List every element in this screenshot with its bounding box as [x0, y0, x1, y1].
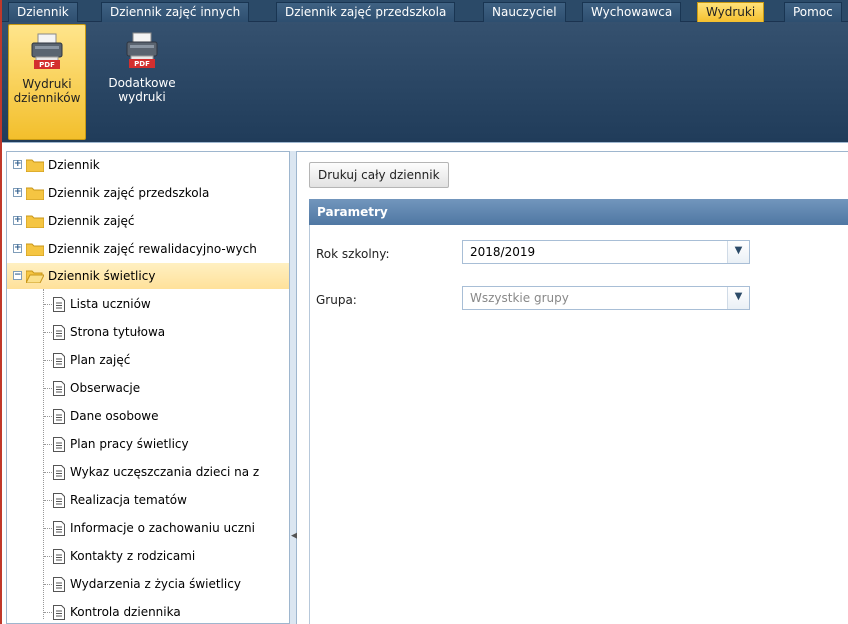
document-icon: [53, 577, 65, 592]
tree-item-label: Kontrola dziennika: [70, 605, 181, 619]
tree-item-label: Dane osobowe: [70, 409, 159, 423]
wydruki-dziennikow-button[interactable]: PDF Wydruki dzienników: [8, 24, 86, 140]
tree-item-kontrola-dziennika[interactable]: Kontrola dziennika: [7, 599, 289, 623]
document-icon: [53, 605, 65, 620]
tree-folder-label: Dziennik: [48, 158, 100, 172]
tree-folder-label: Dziennik zajęć: [48, 214, 135, 228]
print-tree: + Dziennik + Dziennik zajęć przedszkola …: [6, 151, 289, 624]
chevron-down-icon[interactable]: ▼: [727, 241, 749, 263]
params-body: Rok szkolny: 2018/2019 ▼ Grupa: Wszystki…: [309, 225, 848, 624]
document-icon: [53, 437, 65, 452]
collapse-icon[interactable]: −: [13, 271, 22, 280]
tree-item-label: Informacje o zachowaniu uczni: [70, 521, 255, 535]
wydruki-dziennikow-label: Wydruki dzienników: [13, 77, 81, 105]
menu-tab-wychowawca[interactable]: Wychowawca: [582, 2, 682, 22]
svg-text:PDF: PDF: [134, 60, 150, 68]
expand-icon[interactable]: +: [13, 244, 22, 253]
tree-item-kontakty-z-rodzicami[interactable]: Kontakty z rodzicami: [7, 543, 289, 569]
group-label: Grupa:: [316, 293, 357, 307]
panel-splitter[interactable]: ◀: [289, 151, 298, 624]
expand-icon[interactable]: +: [13, 160, 22, 169]
printer-pdf-icon: PDF: [31, 33, 63, 69]
tree-folder-dziennik-swietlicy[interactable]: − Dziennik świetlicy: [7, 263, 289, 289]
folder-icon: [26, 243, 44, 256]
tree-item-plan-zajec[interactable]: Plan zajęć: [7, 347, 289, 373]
toolbar-separator: [2, 142, 848, 151]
folder-icon: [26, 187, 44, 200]
app-window: Dziennik Dziennik zajęć innych Dziennik …: [0, 0, 848, 624]
tree-item-label: Strona tytułowa: [70, 325, 166, 339]
school-year-value: 2018/2019: [470, 245, 536, 259]
menu-tab-wydruki[interactable]: Wydruki: [697, 2, 765, 22]
tree-item-wykaz-uczeszczania[interactable]: Wykaz uczęszczania dzieci na z: [7, 459, 289, 485]
document-icon: [53, 325, 65, 340]
tree-item-label: Lista uczniów: [70, 297, 151, 311]
tree-item-realizacja-tematow[interactable]: Realizacja tematów: [7, 487, 289, 513]
folder-icon: [26, 159, 44, 172]
folder-open-icon: [26, 270, 44, 283]
document-icon: [53, 549, 65, 564]
tree-item-wydarzenia-z-zycia-swietlicy[interactable]: Wydarzenia z życia świetlicy: [7, 571, 289, 597]
tree-item-obserwacje[interactable]: Obserwacje: [7, 375, 289, 401]
group-value: Wszystkie grupy: [470, 291, 569, 305]
chevron-down-icon[interactable]: ▼: [727, 287, 749, 309]
tree-folder-dziennik[interactable]: + Dziennik: [7, 152, 289, 178]
folder-icon: [26, 215, 44, 228]
tree-item-label: Obserwacje: [70, 381, 141, 395]
main-panel: Drukuj cały dziennik Parametry Rok szkol…: [297, 151, 848, 624]
tree-item-label: Wydarzenia z życia świetlicy: [70, 577, 241, 591]
expand-icon[interactable]: +: [13, 188, 22, 197]
tree-item-label: Plan pracy świetlicy: [70, 437, 189, 451]
school-year-label: Rok szkolny:: [316, 247, 390, 261]
tree-item-label: Realizacja tematów: [70, 493, 187, 507]
group-select[interactable]: Wszystkie grupy ▼: [462, 286, 750, 310]
dodatkowe-wydruki-button[interactable]: PDF Dodatkowe wydruki: [100, 24, 184, 140]
tree-item-label: Kontakty z rodzicami: [70, 549, 196, 563]
tree-folder-label: Dziennik świetlicy: [48, 269, 156, 283]
ribbon-toolbar: PDF Wydruki dzienników PDF Dodatkowe wyd…: [2, 22, 848, 142]
document-icon: [53, 409, 65, 424]
tree-item-dane-osobowe[interactable]: Dane osobowe: [7, 403, 289, 429]
tree-folder-label: Dziennik zajęć rewalidacyjno-wych: [48, 242, 257, 256]
tree-item-label: Plan zajęć: [70, 353, 131, 367]
dodatkowe-wydruki-label: Dodatkowe wydruki: [108, 76, 176, 104]
tree-folder-dziennik-zajec-rewalidacyjno[interactable]: + Dziennik zajęć rewalidacyjno-wych: [7, 236, 289, 262]
tree-folder-dziennik-zajec[interactable]: + Dziennik zajęć: [7, 208, 289, 234]
expand-icon[interactable]: +: [13, 216, 22, 225]
document-icon: [53, 297, 65, 312]
school-year-select[interactable]: 2018/2019 ▼: [462, 240, 750, 264]
menu-tab-dziennik[interactable]: Dziennik: [8, 2, 78, 22]
document-icon: [53, 493, 65, 508]
tree-item-plan-pracy-swietlicy[interactable]: Plan pracy świetlicy: [7, 431, 289, 457]
document-icon: [53, 465, 65, 480]
tree-item-strona-tytulowa[interactable]: Strona tytułowa: [7, 319, 289, 345]
tree-item-label: Wykaz uczęszczania dzieci na z: [70, 465, 260, 479]
menu-tab-dziennik-zajec-przedszkola[interactable]: Dziennik zajęć przedszkola: [276, 2, 456, 22]
tree-folder-label: Dziennik zajęć przedszkola: [48, 186, 210, 200]
menu-tab-nauczyciel[interactable]: Nauczyciel: [483, 2, 566, 22]
main-menu-bar: Dziennik Dziennik zajęć innych Dziennik …: [2, 0, 848, 22]
tree-folder-dziennik-zajec-przedszkola[interactable]: + Dziennik zajęć przedszkola: [7, 180, 289, 206]
tree-item-informacje-o-zachowaniu[interactable]: Informacje o zachowaniu uczni: [7, 515, 289, 541]
tree-item-lista-uczniow[interactable]: Lista uczniów: [7, 291, 289, 317]
document-icon: [53, 521, 65, 536]
print-all-button[interactable]: Drukuj cały dziennik: [309, 162, 449, 188]
document-icon: [53, 381, 65, 396]
menu-tab-pomoc[interactable]: Pomoc: [784, 2, 842, 22]
menu-tab-dziennik-zajec-innych[interactable]: Dziennik zajęć innych: [101, 2, 250, 22]
svg-text:PDF: PDF: [39, 61, 55, 69]
params-header: Parametry: [309, 199, 848, 225]
printer-pdf-icon: PDF: [126, 32, 158, 68]
document-icon: [53, 353, 65, 368]
